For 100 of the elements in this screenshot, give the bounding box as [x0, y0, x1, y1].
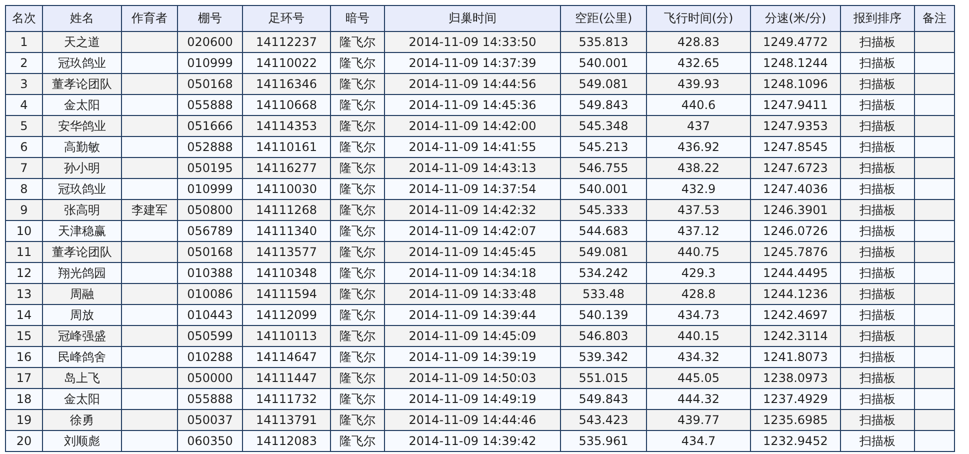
table-cell: 6	[6, 136, 42, 158]
column-header: 归巢时间	[384, 6, 560, 32]
table-cell	[914, 262, 954, 284]
table-cell	[122, 74, 178, 94]
table-cell: 隆飞尔	[330, 32, 384, 52]
table-cell: 445.05	[646, 368, 750, 388]
table-cell	[914, 94, 954, 116]
table-cell: 11	[6, 242, 42, 262]
table-cell	[122, 346, 178, 368]
table-cell: 1247.6723	[750, 158, 840, 178]
table-cell: 14111340	[242, 220, 330, 242]
table-cell: 扫描板	[840, 52, 914, 74]
table-cell: 2014-11-09 14:39:44	[384, 304, 560, 326]
table-cell: 19	[6, 410, 42, 430]
table-cell: 440.75	[646, 242, 750, 262]
table-cell	[914, 52, 954, 74]
table-cell: 14111447	[242, 368, 330, 388]
table-cell: 隆飞尔	[330, 388, 384, 410]
table-cell: 14110161	[242, 136, 330, 158]
table-cell	[914, 136, 954, 158]
table-cell: 545.348	[560, 116, 646, 136]
table-cell: 扫描板	[840, 284, 914, 304]
table-cell	[914, 304, 954, 326]
table-cell: 18	[6, 388, 42, 410]
table-cell: 1241.8073	[750, 346, 840, 368]
table-cell: 14111732	[242, 388, 330, 410]
table-cell: 434.32	[646, 346, 750, 368]
table-cell: 9	[6, 200, 42, 220]
table-cell: 2014-11-09 14:33:50	[384, 32, 560, 52]
table-cell: 徐勇	[42, 410, 122, 430]
table-cell: 5	[6, 116, 42, 136]
table-cell: 545.213	[560, 136, 646, 158]
table-cell: 055888	[178, 94, 242, 116]
table-cell: 15	[6, 326, 42, 346]
table-cell	[914, 284, 954, 304]
table-cell: 隆飞尔	[330, 326, 384, 346]
table-cell: 1247.8545	[750, 136, 840, 158]
table-cell: 孙小明	[42, 158, 122, 178]
table-cell: 2014-11-09 14:45:09	[384, 326, 560, 346]
table-cell: 432.65	[646, 52, 750, 74]
table-cell: 434.7	[646, 430, 750, 452]
table-cell	[914, 178, 954, 200]
table-cell: 1247.9353	[750, 116, 840, 136]
table-cell: 551.015	[560, 368, 646, 388]
table-cell: 1245.7876	[750, 242, 840, 262]
table-cell: 扫描板	[840, 94, 914, 116]
table-cell: 535.961	[560, 430, 646, 452]
table-cell: 14112099	[242, 304, 330, 326]
table-cell	[122, 430, 178, 452]
table-cell: 549.843	[560, 94, 646, 116]
table-cell: 隆飞尔	[330, 74, 384, 94]
table-cell: 民峰鸽舍	[42, 346, 122, 368]
table-cell: 4	[6, 94, 42, 116]
table-cell: 高勤敏	[42, 136, 122, 158]
table-cell: 2014-11-09 14:45:36	[384, 94, 560, 116]
table-cell: 冠玖鸽业	[42, 52, 122, 74]
table-cell	[122, 242, 178, 262]
table-cell: 2014-11-09 14:37:39	[384, 52, 560, 74]
table-cell: 扫描板	[840, 430, 914, 452]
table-cell: 10	[6, 220, 42, 242]
table-cell: 隆飞尔	[330, 220, 384, 242]
table-cell: 扫描板	[840, 178, 914, 200]
table-cell: 安华鸽业	[42, 116, 122, 136]
table-cell: 岛上飞	[42, 368, 122, 388]
table-cell: 张高明	[42, 200, 122, 220]
table-cell: 14111268	[242, 200, 330, 220]
table-cell: 533.48	[560, 284, 646, 304]
table-cell: 543.423	[560, 410, 646, 430]
table-cell	[122, 326, 178, 346]
table-cell: 010086	[178, 284, 242, 304]
table-cell: 14113791	[242, 410, 330, 430]
table-cell	[914, 220, 954, 242]
table-cell: 540.001	[560, 52, 646, 74]
table-cell: 544.683	[560, 220, 646, 242]
table-cell: 1242.3114	[750, 326, 840, 346]
table-cell: 扫描板	[840, 220, 914, 242]
table-cell	[914, 158, 954, 178]
table-cell: 隆飞尔	[330, 242, 384, 262]
table-cell: 2014-11-09 14:42:07	[384, 220, 560, 242]
table-cell: 440.6	[646, 94, 750, 116]
table-cell: 010999	[178, 178, 242, 200]
table-cell: 1249.4772	[750, 32, 840, 52]
table-cell: 天津稳赢	[42, 220, 122, 242]
table-cell: 052888	[178, 136, 242, 158]
table-cell: 1242.4697	[750, 304, 840, 326]
column-header: 报到排序	[840, 6, 914, 32]
table-cell	[914, 32, 954, 52]
table-cell	[122, 116, 178, 136]
table-cell: 050195	[178, 158, 242, 178]
table-cell: 周融	[42, 284, 122, 304]
table-cell: 549.081	[560, 74, 646, 94]
table-cell: 隆飞尔	[330, 136, 384, 158]
table-cell: 扫描板	[840, 304, 914, 326]
table-cell	[914, 430, 954, 452]
table-cell: 1237.4929	[750, 388, 840, 410]
table-cell: 20	[6, 430, 42, 452]
column-header: 暗号	[330, 6, 384, 32]
table-cell: 隆飞尔	[330, 262, 384, 284]
table-cell	[122, 178, 178, 200]
table-cell: 扫描板	[840, 368, 914, 388]
